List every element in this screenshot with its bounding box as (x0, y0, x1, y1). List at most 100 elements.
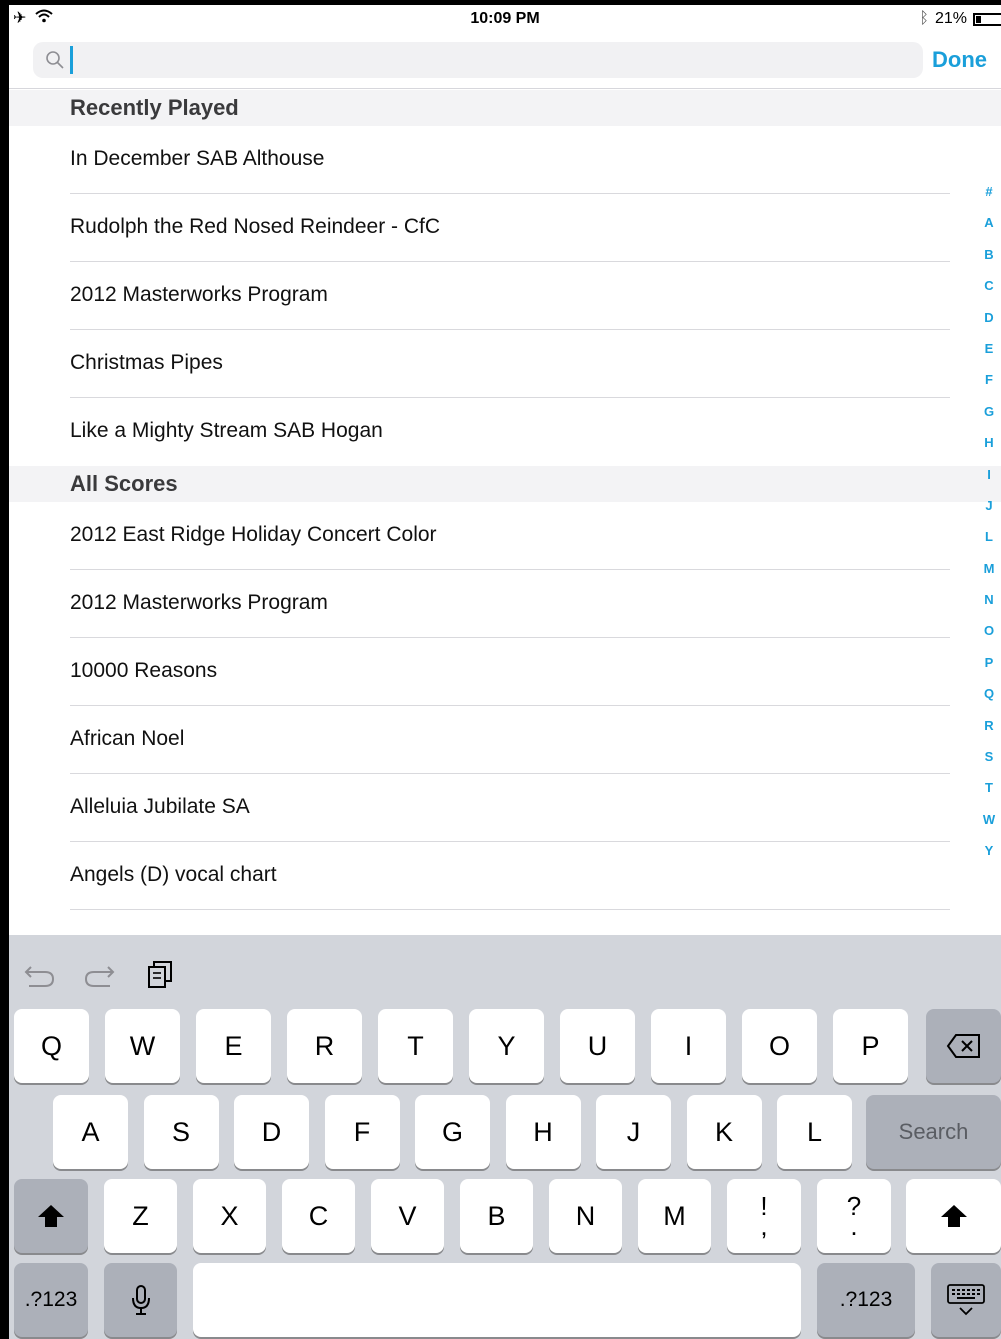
key-e[interactable]: E (196, 1009, 271, 1083)
list-item-label: Alleluia Jubilate SA (70, 795, 250, 818)
index-letter[interactable]: J (977, 497, 1001, 528)
undo-icon[interactable] (23, 957, 57, 991)
index-letter[interactable]: D (977, 309, 1001, 340)
key-o[interactable]: O (742, 1009, 817, 1083)
key-r[interactable]: R (287, 1009, 362, 1083)
key-k[interactable]: K (686, 1095, 762, 1169)
numbers-key-left[interactable]: .?123 (14, 1263, 88, 1337)
list-item[interactable]: Rudolph the Red Nosed Reindeer - CfC (9, 194, 1001, 262)
status-time: 10:09 PM (470, 10, 540, 27)
question-period-key[interactable]: ?. (817, 1179, 891, 1253)
key-l[interactable]: L (777, 1095, 852, 1169)
status-right: ᛒ 21% (919, 10, 1001, 28)
index-letter[interactable]: B (977, 246, 1001, 277)
section-title: All Scores (70, 471, 178, 496)
key-n[interactable]: N (549, 1179, 622, 1253)
key-d[interactable]: D (234, 1095, 309, 1169)
key-z[interactable]: Z (104, 1179, 177, 1253)
key-c[interactable]: C (282, 1179, 355, 1253)
index-letter[interactable]: S (977, 748, 1001, 779)
shift-icon (38, 1205, 64, 1227)
list-item-label: 2012 East Ridge Holiday Concert Color (70, 523, 437, 546)
search-field[interactable] (33, 42, 923, 78)
index-letter[interactable]: F (977, 371, 1001, 402)
list-item[interactable]: 2012 East Ridge Holiday Concert Color (9, 502, 1001, 570)
redo-icon[interactable] (82, 957, 116, 991)
section-header-all: All Scores (9, 466, 1001, 502)
key-y[interactable]: Y (469, 1009, 544, 1083)
list-item-label: African Noel (70, 727, 185, 750)
list-item[interactable]: 2012 Masterworks Program (9, 570, 1001, 638)
index-letter[interactable]: W (977, 811, 1001, 842)
key-f[interactable]: F (324, 1095, 400, 1169)
shift-icon (940, 1205, 967, 1227)
index-letter[interactable]: O (977, 622, 1001, 653)
section-header-recent: Recently Played (9, 90, 1001, 126)
backspace-key[interactable] (926, 1009, 1001, 1083)
search-key[interactable]: Search (866, 1095, 1001, 1169)
microphone-icon (131, 1285, 150, 1315)
list-item-label: 2012 Masterworks Program (70, 591, 328, 614)
key-a[interactable]: A (53, 1095, 128, 1169)
dictation-key[interactable] (104, 1263, 177, 1337)
key-i[interactable]: I (651, 1009, 726, 1083)
list-item[interactable]: Angels (D) vocal chart (9, 842, 1001, 910)
list-item[interactable]: African Noel (9, 706, 1001, 774)
index-letter[interactable]: N (977, 591, 1001, 622)
list-item-label: Angels (D) vocal chart (70, 863, 277, 886)
index-letter[interactable]: C (977, 277, 1001, 308)
done-button[interactable]: Done (932, 46, 987, 74)
index-letter[interactable]: T (977, 779, 1001, 810)
row-separator (70, 909, 950, 910)
key-bottom-glyph: . (850, 1211, 858, 1241)
search-icon (46, 51, 64, 69)
hide-keyboard-key[interactable] (931, 1263, 1001, 1337)
search-input[interactable] (69, 45, 909, 75)
index-letter[interactable]: Q (977, 685, 1001, 716)
index-letter[interactable]: I (977, 466, 1001, 497)
numbers-key-right[interactable]: .?123 (817, 1263, 915, 1337)
list-item[interactable]: Like a Mighty Stream SAB Hogan (9, 398, 1001, 466)
backspace-icon (946, 1034, 980, 1058)
bluetooth-icon: ᛒ (919, 10, 929, 27)
key-m[interactable]: M (638, 1179, 711, 1253)
key-b[interactable]: B (460, 1179, 533, 1253)
key-g[interactable]: G (415, 1095, 490, 1169)
key-x[interactable]: X (193, 1179, 266, 1253)
key-u[interactable]: U (560, 1009, 635, 1083)
index-letter[interactable]: # (977, 183, 1001, 214)
search-header: Done (9, 32, 1001, 89)
key-h[interactable]: H (505, 1095, 581, 1169)
key-v[interactable]: V (371, 1179, 444, 1253)
key-j[interactable]: J (596, 1095, 671, 1169)
battery-icon (973, 12, 1001, 26)
list-item[interactable]: 2012 Masterworks Program (9, 262, 1001, 330)
key-p[interactable]: P (833, 1009, 908, 1083)
status-bar: ✈ 10:09 PM ᛒ 21% (9, 5, 1001, 32)
index-letter[interactable]: A (977, 214, 1001, 245)
index-letter[interactable]: H (977, 434, 1001, 465)
index-letter[interactable]: G (977, 403, 1001, 434)
index-letter[interactable]: M (977, 560, 1001, 591)
key-q[interactable]: Q (14, 1009, 89, 1083)
space-key[interactable] (193, 1263, 801, 1337)
exclamation-comma-key[interactable]: !, (727, 1179, 801, 1253)
shift-key-left[interactable] (14, 1179, 88, 1253)
list-item[interactable]: 10000 Reasons (9, 638, 1001, 706)
list-item[interactable]: In December SAB Althouse (9, 126, 1001, 194)
section-index[interactable]: # A B C D E F G H I J L M N O P Q R S T W Y (977, 183, 1001, 874)
shift-key-right[interactable] (906, 1179, 1001, 1253)
list-item[interactable]: Christmas Pipes (9, 330, 1001, 398)
index-letter[interactable]: E (977, 340, 1001, 371)
score-list[interactable]: Recently Played In December SAB Althouse… (9, 90, 1001, 935)
paste-icon[interactable] (143, 957, 177, 991)
index-letter[interactable]: R (977, 717, 1001, 748)
index-letter[interactable]: L (977, 528, 1001, 559)
key-t[interactable]: T (378, 1009, 453, 1083)
list-item-label: Like a Mighty Stream SAB Hogan (70, 419, 383, 442)
index-letter[interactable]: P (977, 654, 1001, 685)
index-letter[interactable]: Y (977, 842, 1001, 873)
key-s[interactable]: S (143, 1095, 219, 1169)
key-w[interactable]: W (105, 1009, 180, 1083)
list-item[interactable]: Alleluia Jubilate SA (9, 774, 1001, 842)
